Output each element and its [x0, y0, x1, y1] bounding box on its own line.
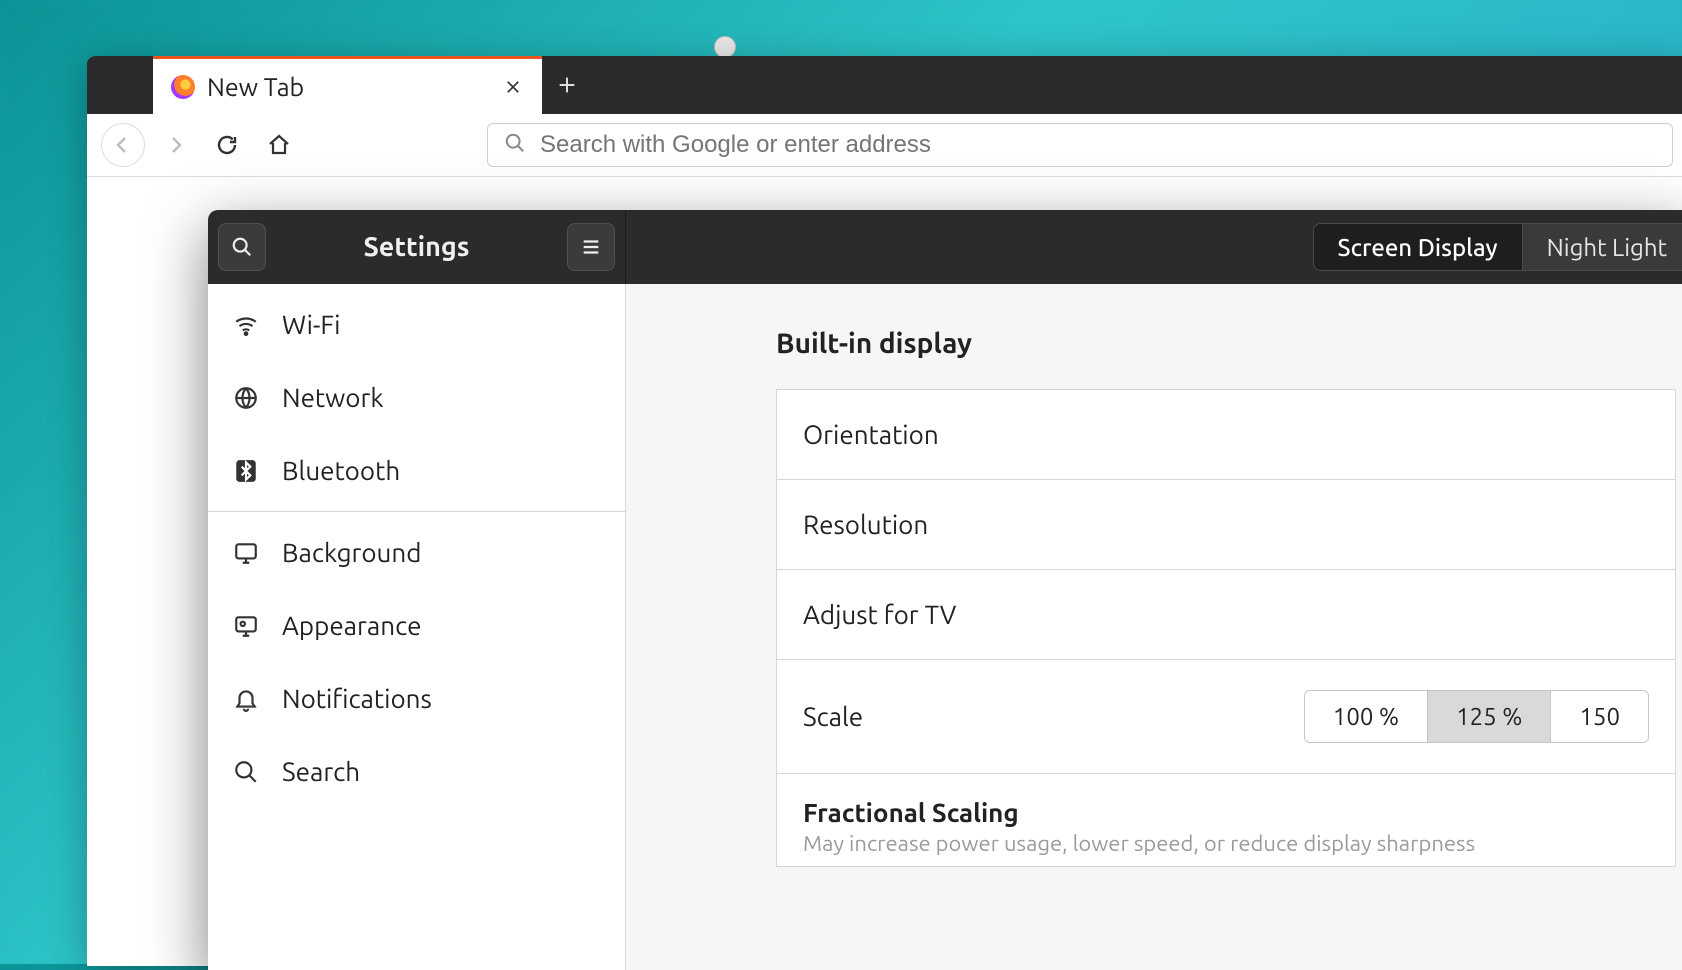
row-fractional-scaling[interactable]: Fractional Scaling May increase power us…: [777, 774, 1675, 866]
sidebar-item-notifications[interactable]: Notifications: [208, 662, 625, 735]
row-label: Orientation: [803, 420, 939, 449]
row-label: Adjust for TV: [803, 600, 956, 629]
wifi-icon: [232, 312, 260, 338]
tab-screen-display[interactable]: Screen Display: [1314, 224, 1522, 270]
firefox-toolbar: [87, 114, 1682, 177]
bell-icon: [232, 686, 260, 712]
window-resize-handle[interactable]: [714, 36, 736, 58]
settings-content: Built-in display Orientation Resolution …: [626, 284, 1682, 970]
sidebar-item-wifi[interactable]: Wi-Fi: [208, 288, 625, 361]
row-orientation[interactable]: Orientation: [777, 390, 1675, 480]
row-label: Scale: [803, 702, 863, 731]
close-tab-button[interactable]: [498, 72, 528, 102]
sidebar-item-bluetooth[interactable]: Bluetooth: [208, 434, 625, 507]
globe-icon: [232, 385, 260, 411]
row-title: Fractional Scaling: [803, 798, 1649, 827]
back-button[interactable]: [101, 123, 145, 167]
sidebar-item-label: Search: [282, 757, 360, 786]
tab-night-light[interactable]: Night Light: [1522, 224, 1682, 270]
settings-title: Settings: [276, 232, 557, 262]
row-resolution[interactable]: Resolution: [777, 480, 1675, 570]
sidebar-item-label: Bluetooth: [282, 456, 400, 485]
browser-tab[interactable]: New Tab: [153, 56, 542, 114]
new-tab-button[interactable]: [542, 56, 592, 114]
settings-window: Settings Screen Display Night Light Wi-F…: [208, 210, 1682, 970]
sidebar-item-label: Wi-Fi: [282, 310, 340, 339]
display-settings-panel: Orientation Resolution Adjust for TV Sca…: [776, 389, 1676, 867]
display-tab-switcher: Screen Display Night Light: [1313, 223, 1682, 271]
firefox-icon: [171, 75, 195, 99]
reload-button[interactable]: [205, 123, 249, 167]
sidebar-item-appearance[interactable]: Appearance: [208, 589, 625, 662]
scale-option-group: 100 % 125 % 150: [1304, 690, 1649, 743]
settings-search-button[interactable]: [218, 223, 266, 271]
row-adjust-tv[interactable]: Adjust for TV: [777, 570, 1675, 660]
display-icon: [232, 540, 260, 566]
row-label: Resolution: [803, 510, 928, 539]
hamburger-menu-button[interactable]: [567, 223, 615, 271]
scale-option-150[interactable]: 150: [1550, 691, 1648, 742]
forward-button[interactable]: [153, 123, 197, 167]
search-icon: [504, 132, 526, 158]
search-icon: [232, 759, 260, 785]
bluetooth-icon: [232, 458, 260, 484]
tab-title: New Tab: [207, 73, 498, 101]
address-bar[interactable]: [487, 123, 1673, 167]
settings-header: Settings Screen Display Night Light: [208, 210, 1682, 284]
section-title: Built-in display: [776, 328, 1682, 359]
scale-option-100[interactable]: 100 %: [1305, 691, 1427, 742]
address-input[interactable]: [540, 131, 1656, 159]
sidebar-item-search[interactable]: Search: [208, 735, 625, 808]
scale-option-125[interactable]: 125 %: [1427, 691, 1550, 742]
sidebar-item-label: Appearance: [282, 611, 421, 640]
settings-sidebar: Wi-Fi Network Bluetooth: [208, 284, 626, 970]
sidebar-item-label: Background: [282, 538, 421, 567]
row-scale: Scale 100 % 125 % 150: [777, 660, 1675, 774]
sidebar-item-label: Network: [282, 383, 384, 412]
row-description: May increase power usage, lower speed, o…: [803, 831, 1649, 856]
appearance-icon: [232, 613, 260, 639]
home-button[interactable]: [257, 123, 301, 167]
sidebar-item-background[interactable]: Background: [208, 516, 625, 589]
firefox-tabbar: New Tab: [87, 56, 1682, 114]
sidebar-item-label: Notifications: [282, 684, 432, 713]
sidebar-item-network[interactable]: Network: [208, 361, 625, 434]
